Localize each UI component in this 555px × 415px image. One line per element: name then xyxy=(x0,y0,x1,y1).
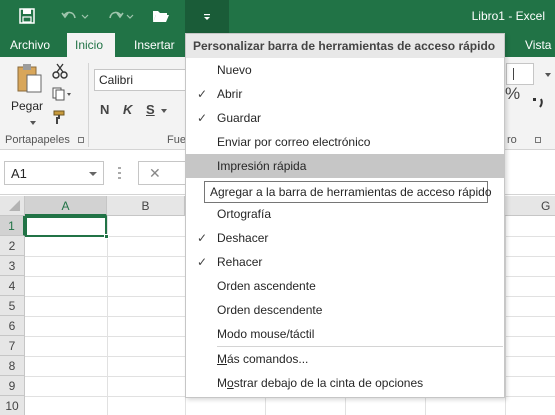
menu-item-label: Deshacer xyxy=(217,231,269,245)
comma-style-icon[interactable] xyxy=(532,97,548,112)
row-header-1[interactable]: 1 xyxy=(0,216,25,236)
window-title: Libro1 - Excel xyxy=(471,9,545,23)
menu-item-ortografia[interactable]: Ortografía xyxy=(186,202,504,226)
font-name-input[interactable]: Calibri xyxy=(94,69,194,91)
tab-archivo[interactable]: Archivo xyxy=(2,33,58,57)
title-bar: Libro1 - Excel xyxy=(0,0,555,33)
copy-icon[interactable] xyxy=(52,87,72,104)
italic-button[interactable]: K xyxy=(123,102,132,117)
bold-button[interactable]: N xyxy=(100,102,109,117)
menu-item-label: Rehacer xyxy=(217,255,263,269)
excel-window: Libro1 - Excel Archivo Inicio Insertar V… xyxy=(0,0,555,415)
formula-bar-grip-icon xyxy=(118,167,121,179)
select-all-button[interactable] xyxy=(0,196,25,216)
menu-item-label: Orden descendente xyxy=(217,303,323,317)
menu-item-label: Modo mouse/táctil xyxy=(217,327,315,341)
accelerator-key: o xyxy=(227,376,234,390)
gridline xyxy=(107,216,108,415)
row-header-8[interactable]: 8 xyxy=(0,356,25,376)
column-header-g-label: G xyxy=(541,199,551,213)
menu-item-nuevo[interactable]: Nuevo xyxy=(186,58,504,82)
menu-item-mas-comandos[interactable]: Más comandos... xyxy=(186,347,504,371)
number-format-chevron-down-icon[interactable] xyxy=(545,73,551,77)
name-box[interactable]: A1 xyxy=(4,161,104,185)
name-box-value: A1 xyxy=(11,166,27,181)
number-group-label: ro xyxy=(507,134,517,146)
checkmark-icon: ✓ xyxy=(197,231,208,245)
percent-button[interactable]: % xyxy=(505,84,520,104)
menu-item-label: Orden ascendente xyxy=(217,279,316,293)
checkmark-icon: ✓ xyxy=(197,255,208,269)
column-header-b[interactable]: B xyxy=(107,196,185,216)
format-painter-icon[interactable] xyxy=(52,109,68,128)
row-header-3[interactable]: 3 xyxy=(0,256,25,276)
row-header-5[interactable]: 5 xyxy=(0,296,25,316)
tab-vista[interactable]: Vista xyxy=(517,33,555,57)
font-group-label: Fue xyxy=(167,134,186,146)
menu-item-mostrar-debajo[interactable]: Mostrar debajo de la cinta de opciones xyxy=(186,371,504,395)
menu-item-orden-descendente[interactable]: Orden descendente xyxy=(186,298,504,322)
row-header-6[interactable]: 6 xyxy=(0,316,25,336)
paste-icon[interactable] xyxy=(14,63,44,98)
row-header-10[interactable]: 10 xyxy=(0,396,25,415)
menu-item-label: Nuevo xyxy=(217,63,252,77)
column-header-a[interactable]: A xyxy=(25,196,107,216)
menu-item-deshacer[interactable]: ✓ Deshacer xyxy=(186,226,504,250)
row-header-7[interactable]: 7 xyxy=(0,336,25,356)
group-separator xyxy=(88,63,89,147)
number-format-select[interactable] xyxy=(506,63,534,85)
row-header-9[interactable]: 9 xyxy=(0,376,25,396)
menu-item-label: Impresión rápida xyxy=(217,159,307,173)
menu-item-label: Abrir xyxy=(217,87,243,101)
active-cell[interactable] xyxy=(25,216,109,239)
menu-item-label-prefix: M xyxy=(217,376,227,390)
menu-item-guardar[interactable]: ✓ Guardar xyxy=(186,106,504,130)
number-launcher-icon[interactable] xyxy=(535,137,541,143)
folder-open-icon[interactable] xyxy=(148,4,174,28)
row-header-4[interactable]: 4 xyxy=(0,276,25,296)
underline-chevron-down-icon[interactable] xyxy=(161,109,167,113)
name-box-chevron-down-icon[interactable] xyxy=(89,172,97,176)
checkmark-icon: ✓ xyxy=(197,111,208,125)
menu-item-label-rest: strar debajo de la cinta de opciones xyxy=(233,376,424,390)
menu-item-impresion-rapida[interactable]: Impresión rápida xyxy=(186,154,504,178)
menu-item-abrir[interactable]: ✓ Abrir xyxy=(186,82,504,106)
tab-inicio[interactable]: Inicio xyxy=(67,33,115,57)
clipboard-group-label: Portapapeles xyxy=(5,134,70,146)
underline-button[interactable]: S xyxy=(146,102,155,117)
redo-icon[interactable] xyxy=(103,4,137,28)
menu-item-enviar-correo[interactable]: Enviar por correo electrónico xyxy=(186,130,504,154)
menu-item-modo-mouse-tactil[interactable]: Modo mouse/táctil xyxy=(186,322,504,346)
menu-item-label: Enviar por correo electrónico xyxy=(217,135,371,149)
row-header-2[interactable]: 2 xyxy=(0,236,25,256)
undo-icon[interactable] xyxy=(58,4,92,28)
cancel-entry-button[interactable]: ✕ xyxy=(138,161,186,185)
menu-item-label: Ortografía xyxy=(217,207,272,221)
paste-chevron-down-icon[interactable] xyxy=(30,121,36,125)
customize-dropdown-icon[interactable] xyxy=(185,0,229,33)
gridline xyxy=(505,216,506,415)
column-header-g[interactable]: G xyxy=(505,196,555,216)
fill-handle[interactable] xyxy=(104,234,109,239)
accelerator-key: M xyxy=(217,352,227,366)
save-icon[interactable] xyxy=(14,4,40,28)
menu-header: Personalizar barra de herramientas de ac… xyxy=(186,34,504,58)
paste-button[interactable]: Pegar xyxy=(11,99,43,113)
tab-insertar[interactable]: Insertar xyxy=(126,33,183,57)
menu-item-rehacer[interactable]: ✓ Rehacer xyxy=(186,250,504,274)
checkmark-icon: ✓ xyxy=(197,87,208,101)
cut-icon[interactable] xyxy=(52,63,68,82)
menu-item-label-rest: ás comandos... xyxy=(227,352,309,366)
menu-item-orden-ascendente[interactable]: Orden ascendente xyxy=(186,274,504,298)
tooltip: Agregar a la barra de herramientas de ac… xyxy=(204,181,492,203)
clipboard-launcher-icon[interactable] xyxy=(78,137,84,143)
menu-item-label: Guardar xyxy=(217,111,262,125)
customize-quick-access-menu: Personalizar barra de herramientas de ac… xyxy=(185,33,505,398)
